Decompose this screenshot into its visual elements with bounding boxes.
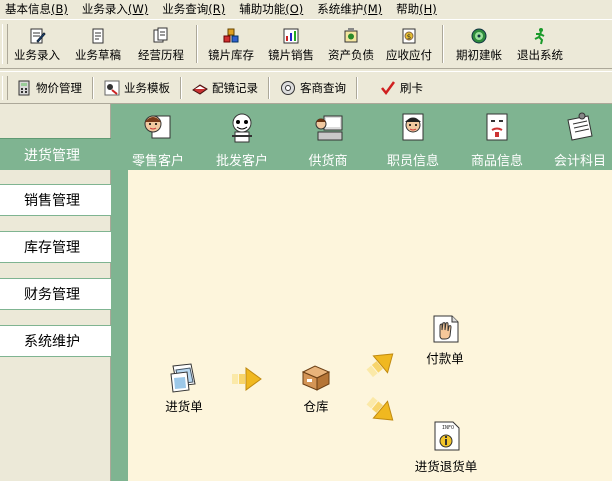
- customer-query-label: 客商查询: [300, 80, 346, 95]
- card-swipe-label: 刷卡: [400, 80, 423, 95]
- flow-arrow-icon: [232, 367, 262, 391]
- nav-item-purchase-management[interactable]: 进货管理: [0, 138, 112, 170]
- staff-icon: [402, 113, 424, 141]
- flow-arrow-up-icon: [366, 353, 394, 378]
- warehouse-button[interactable]: 仓库: [294, 360, 338, 415]
- staff-info-button[interactable]: 职员信息: [381, 104, 445, 170]
- accounting-subject-button[interactable]: 会计科目: [548, 104, 612, 170]
- retail-customer-button[interactable]: 零售客户: [123, 104, 193, 170]
- lens-sales-label: 镜片销售: [268, 48, 314, 62]
- balance-sheet-label: 资产负债: [328, 48, 374, 62]
- draft-icon: [89, 27, 107, 45]
- menu-basic-info[interactable]: 基本信息(B): [0, 1, 68, 17]
- toolbar-separator: [356, 76, 358, 99]
- menu-auxiliary[interactable]: 辅助功能(O): [234, 1, 303, 17]
- receivable-payable-button[interactable]: $ 应收应付: [380, 20, 438, 68]
- template-icon: [104, 80, 120, 96]
- opening-account-label: 期初建帐: [456, 48, 502, 62]
- purchase-return-order-button[interactable]: INFO 进货退货单: [410, 420, 482, 475]
- menu-system-maintenance[interactable]: 系统维护(M): [312, 1, 382, 17]
- opening-account-button[interactable]: 期初建帐: [448, 20, 510, 68]
- history-icon: [152, 27, 170, 45]
- product-info-button[interactable]: 商品信息: [465, 104, 529, 170]
- menu-help[interactable]: 帮助(H): [391, 1, 437, 17]
- exit-system-button[interactable]: 退出系统: [510, 20, 570, 68]
- lens-sales-button[interactable]: 镜片销售: [260, 20, 322, 68]
- purchase-order-icon: [170, 363, 196, 393]
- supplier-button[interactable]: 供货商: [295, 104, 361, 170]
- lens-stock-label: 镜片库存: [208, 48, 254, 62]
- search-disc-icon: [280, 80, 296, 96]
- workflow-workspace: 进货单 仓库 付款单 INFO 进货退货单: [128, 170, 612, 481]
- purchase-order-button[interactable]: 进货单: [158, 360, 210, 415]
- menu-business-query[interactable]: 业务查询(R): [157, 1, 225, 17]
- business-template-button[interactable]: 业务模板: [98, 75, 176, 101]
- lens-stock-icon: [222, 27, 240, 45]
- menu-business-entry[interactable]: 业务录入(W): [77, 1, 148, 17]
- glasses-record-label: 配镜记录: [212, 80, 258, 95]
- receivable-payable-label: 应收应付: [386, 48, 432, 62]
- glasses-record-icon: [192, 80, 208, 96]
- product-icon: [486, 113, 508, 141]
- left-navigation: 进货管理 销售管理 库存管理 财务管理 系统维护: [0, 104, 112, 481]
- business-template-label: 业务模板: [124, 80, 170, 95]
- checkmark-icon: [380, 80, 396, 96]
- menu-bar: 基本信息(B) 业务录入(W) 业务查询(R) 辅助功能(O) 系统维护(M) …: [0, 0, 612, 18]
- balance-sheet-icon: [342, 27, 360, 45]
- lens-stock-button[interactable]: 镜片库存: [202, 20, 260, 68]
- svg-text:$: $: [407, 33, 411, 41]
- supplier-icon: [315, 115, 343, 141]
- exit-system-label: 退出系统: [517, 48, 563, 62]
- nav-item-inventory-management[interactable]: 库存管理: [0, 231, 111, 263]
- toolbar-separator: [92, 76, 94, 99]
- flow-arrow-down-icon: [366, 396, 394, 421]
- panel-left-border: [111, 170, 128, 481]
- toolbar-separator: [268, 76, 270, 99]
- warehouse-icon: [301, 365, 331, 391]
- opening-account-icon: [470, 27, 488, 45]
- business-entry-button[interactable]: 业务录入: [8, 20, 66, 68]
- receivable-icon: $: [400, 27, 418, 45]
- payment-order-icon: [433, 315, 459, 343]
- customer-query-button[interactable]: 客商查询: [274, 75, 352, 101]
- balance-sheet-button[interactable]: 资产负债: [322, 20, 380, 68]
- nav-item-finance-management[interactable]: 财务管理: [0, 278, 111, 310]
- secondary-toolbar: 物价管理 业务模板 配镜记录 客商查询 刷卡: [0, 71, 612, 104]
- calculator-icon: [16, 80, 32, 96]
- lens-sales-icon: [282, 27, 300, 45]
- purchase-return-icon: INFO: [434, 421, 460, 451]
- toolbar-separator: [196, 25, 198, 63]
- business-entry-label: 业务录入: [14, 48, 60, 62]
- main-toolbar: 业务录入 业务草稿 经营历程 镜片库存 镜片销售 资产负债 $ 应收应付 期初建…: [0, 19, 612, 69]
- accounting-icon: [567, 112, 593, 141]
- exit-runner-icon: [531, 27, 549, 45]
- payment-order-button[interactable]: 付款单: [420, 312, 470, 367]
- toolbar-separator: [180, 76, 182, 99]
- document-edit-icon: [28, 27, 46, 45]
- card-swipe-button[interactable]: 刷卡: [362, 75, 429, 101]
- nav-item-system-maintenance[interactable]: 系统维护: [0, 325, 111, 357]
- svg-text:INFO: INFO: [442, 425, 454, 431]
- business-draft-label: 业务草稿: [75, 48, 121, 62]
- retail-customer-icon: [144, 115, 171, 139]
- wholesale-customer-button[interactable]: 批发客户: [207, 104, 277, 170]
- business-draft-button[interactable]: 业务草稿: [66, 20, 130, 68]
- toolbar-separator: [442, 25, 444, 63]
- toolbar-grip[interactable]: [2, 75, 8, 100]
- business-history-button[interactable]: 经营历程: [130, 20, 192, 68]
- module-header-bar: 零售客户 批发客户 供货商 职员信息 商品信息 会计科目: [111, 104, 612, 170]
- price-management-button[interactable]: 物价管理: [10, 75, 88, 101]
- wholesale-customer-icon: [232, 113, 252, 143]
- price-management-label: 物价管理: [36, 80, 82, 95]
- nav-item-sales-management[interactable]: 销售管理: [0, 184, 111, 216]
- glasses-record-button[interactable]: 配镜记录: [186, 75, 264, 101]
- business-history-label: 经营历程: [138, 48, 184, 62]
